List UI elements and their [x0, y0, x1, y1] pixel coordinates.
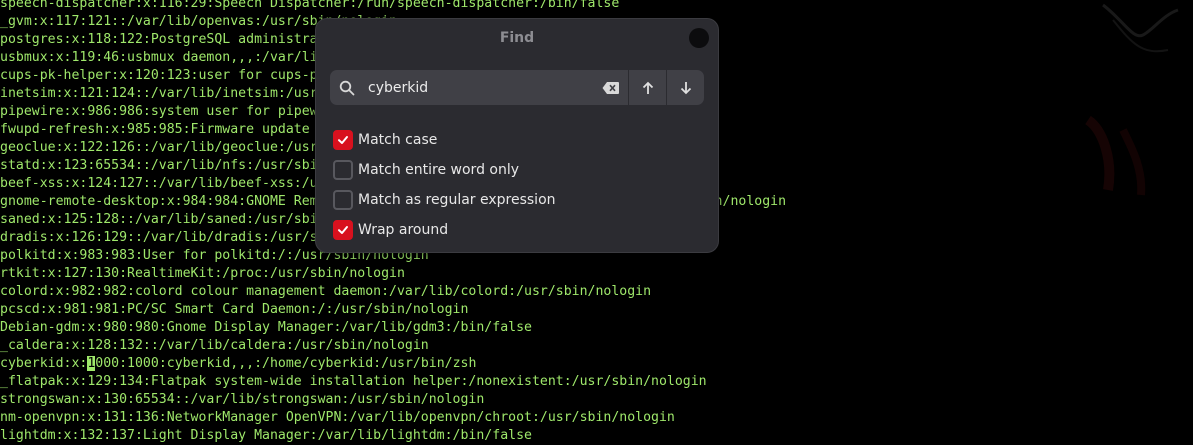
previous-match-button[interactable] [628, 70, 666, 105]
terminal-line: _caldera:x:128:132::/var/lib/caldera:/us… [0, 338, 429, 353]
terminal-line: nm-openvpn:x:131:136:NetworkManager Open… [0, 410, 675, 425]
checkmark-icon [338, 226, 348, 234]
terminal-line: speech-dispatcher:x:116:29:Speech Dispat… [0, 0, 620, 11]
option-label: Match as regular expression [358, 192, 556, 208]
regex-checkbox[interactable] [333, 190, 353, 210]
terminal-line: rtkit:x:127:130:RealtimeKit:/proc:/usr/s… [0, 266, 405, 281]
terminal-line: Debian-gdm:x:980:980:Gnome Display Manag… [0, 320, 532, 335]
dialog-header: Find [316, 19, 718, 57]
option-label: Match case [358, 132, 438, 148]
search-icon [330, 70, 364, 105]
terminal-line: cyberkid:x:1000:1000:cyberkid,,,:/home/c… [0, 356, 477, 371]
option-wrap-around[interactable]: Wrap around [333, 215, 556, 245]
option-regex[interactable]: Match as regular expression [333, 185, 556, 215]
close-button[interactable] [689, 28, 709, 48]
dialog-title: Find [499, 30, 535, 46]
backspace-clear-icon [602, 81, 619, 94]
clear-search-button[interactable] [594, 70, 628, 105]
option-match-whole-word[interactable]: Match entire word only [333, 155, 556, 185]
match-whole-word-checkbox[interactable] [333, 160, 353, 180]
arrow-down-icon [680, 81, 691, 94]
next-match-button[interactable] [666, 70, 704, 105]
text-cursor: 1 [87, 356, 96, 371]
option-match-case[interactable]: Match case [333, 125, 556, 155]
find-dialog: Find cyberkid Match case Match entire wo… [315, 18, 719, 253]
wrap-around-checkbox[interactable] [333, 220, 353, 240]
terminal-line: colord:x:982:982:colord colour managemen… [0, 284, 652, 299]
terminal-line: pcscd:x:981:981:PC/SC Smart Card Daemon:… [0, 302, 469, 317]
terminal-line: strongswan:x:130:65534::/var/lib/strongs… [0, 392, 485, 407]
checkmark-icon [338, 136, 348, 144]
option-label: Wrap around [358, 222, 449, 238]
option-label: Match entire word only [358, 162, 520, 178]
match-case-checkbox[interactable] [333, 130, 353, 150]
arrow-up-icon [642, 81, 653, 94]
terminal-line: _flatpak:x:129:134:Flatpak system-wide i… [0, 374, 707, 389]
search-input[interactable] [364, 71, 594, 104]
search-options: Match case Match entire word only Match … [333, 125, 556, 245]
terminal-line: lightdm:x:132:137:Light Display Manager:… [0, 428, 532, 443]
search-bar [330, 70, 704, 105]
